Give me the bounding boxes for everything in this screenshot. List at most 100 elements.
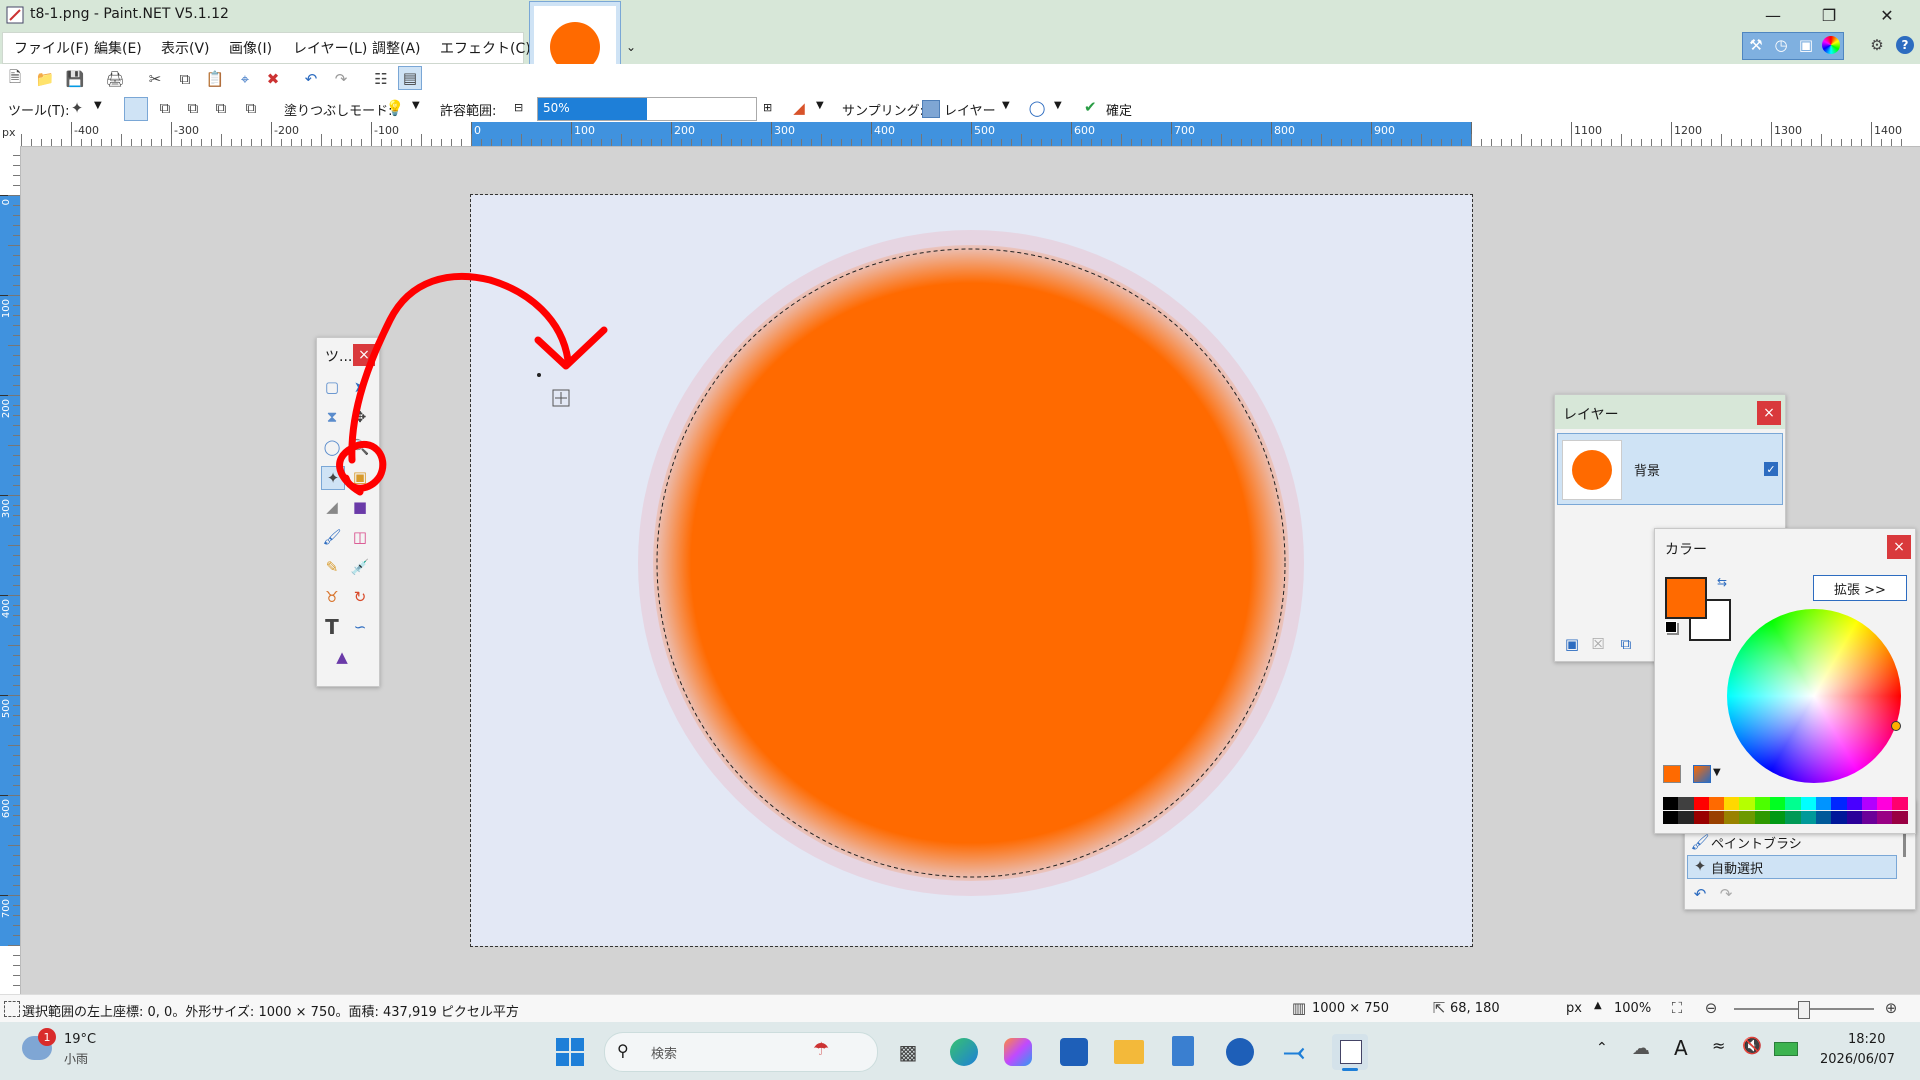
eraser-tool-icon[interactable]: ◫ xyxy=(349,526,371,548)
crop-to-selection-icon[interactable]: ⌖ xyxy=(234,68,256,90)
recolor-swap-tool-icon[interactable]: ↻ xyxy=(349,586,371,608)
unit-chevron-icon[interactable]: ▲ xyxy=(1594,1000,1602,1011)
duplicate-layer-icon[interactable]: ⧉ xyxy=(1615,633,1637,655)
ime-a-icon[interactable]: A xyxy=(1674,1036,1688,1060)
add-layer-icon[interactable]: ▣ xyxy=(1561,633,1583,655)
palette-chevron-icon[interactable]: ▼ xyxy=(1713,767,1721,778)
paste-icon[interactable]: 📋 xyxy=(204,68,226,90)
redo-icon[interactable]: ↷ xyxy=(330,68,352,90)
palette-swatch[interactable] xyxy=(1770,797,1786,810)
palette-swatch[interactable] xyxy=(1892,797,1908,810)
microsoft-store-icon[interactable] xyxy=(1060,1038,1088,1066)
palette-swatch-dark[interactable] xyxy=(1785,811,1801,824)
selection-mode-union-icon[interactable]: ⧉ xyxy=(154,97,176,119)
clock-date[interactable]: 2026/06/07 xyxy=(1820,1052,1895,1067)
minimize-button[interactable]: — xyxy=(1750,0,1796,30)
selection-mode-invert-icon[interactable]: ⧉ xyxy=(240,97,262,119)
palette-swatch-dark[interactable] xyxy=(1678,811,1694,824)
fill-mode-chevron-icon[interactable]: ▼ xyxy=(412,100,420,111)
menu-adjust[interactable]: 調整(A) xyxy=(372,38,421,58)
color-wheel-handle[interactable] xyxy=(1891,721,1901,731)
swap-colors-icon[interactable]: ⇆ xyxy=(1717,575,1727,589)
palette-menu-icon[interactable] xyxy=(1693,765,1711,783)
selection-mode-replace-icon[interactable] xyxy=(124,97,148,121)
rulers-icon[interactable]: ▤ xyxy=(398,66,422,90)
outlook-icon[interactable] xyxy=(1226,1038,1254,1066)
zoom-in-icon[interactable]: ⊕ xyxy=(1880,997,1902,1019)
blend-mode-icon[interactable]: ◢ xyxy=(788,97,810,119)
confirm-check-icon[interactable]: ✔ xyxy=(1084,98,1097,116)
palette-swatch-dark[interactable] xyxy=(1663,811,1679,824)
palette-swatch[interactable] xyxy=(1846,797,1862,810)
clone-stamp-tool-icon[interactable]: ♉ xyxy=(321,586,343,608)
reset-colors-icon[interactable] xyxy=(1665,621,1677,633)
undo-icon[interactable]: ↶ xyxy=(300,68,322,90)
tools-toggle-icon[interactable]: ⚒ xyxy=(1745,34,1767,56)
weather-temp[interactable]: 19°C xyxy=(64,1032,96,1047)
delete-layer-icon[interactable]: ☒ xyxy=(1587,633,1609,655)
history-item-paintbrush[interactable]: ペイントブラシ xyxy=(1711,833,1802,852)
menu-image[interactable]: 画像(I) xyxy=(229,38,272,58)
colors-toggle-icon[interactable] xyxy=(1822,36,1840,54)
sampling-chevron-icon[interactable]: ▼ xyxy=(1002,100,1010,111)
wifi-icon[interactable]: ≈ xyxy=(1712,1036,1725,1055)
blend-mode-chevron-icon[interactable]: ▼ xyxy=(816,100,824,111)
palette-swatch-dark[interactable] xyxy=(1861,811,1878,824)
selection-mode-exclude-icon[interactable]: ⧉ xyxy=(182,97,204,119)
sampling-value[interactable]: レイヤー xyxy=(944,100,996,119)
palette-swatch-dark[interactable] xyxy=(1892,811,1908,824)
new-file-icon[interactable]: 🗎 xyxy=(4,68,26,90)
palette-swatch[interactable] xyxy=(1663,797,1679,810)
zoom-level[interactable]: 100% xyxy=(1614,1001,1651,1016)
palette-swatch-dark[interactable] xyxy=(1739,811,1755,824)
palette-swatch-dark[interactable] xyxy=(1724,811,1740,824)
palette-swatch[interactable] xyxy=(1678,797,1694,810)
tolerance-slider[interactable]: 50% xyxy=(537,97,757,121)
help-icon[interactable]: ? xyxy=(1896,36,1914,54)
antialias-chevron-icon[interactable]: ▼ xyxy=(1054,100,1062,111)
primary-color-swatch[interactable] xyxy=(1665,577,1707,619)
onedrive-cloud-icon[interactable]: ☁ xyxy=(1632,1038,1650,1059)
zoom-to-window-icon[interactable]: ⛶ xyxy=(1666,997,1688,1019)
palette-swatch-dark[interactable] xyxy=(1754,811,1771,824)
zoom-slider-thumb[interactable] xyxy=(1798,1001,1810,1019)
palette-swatch[interactable] xyxy=(1708,797,1725,810)
palette-swatch-dark[interactable] xyxy=(1831,811,1847,824)
palette-swatch-dark[interactable] xyxy=(1708,811,1725,824)
palette-swatch-dark[interactable] xyxy=(1846,811,1862,824)
battery-icon[interactable] xyxy=(1774,1042,1798,1056)
history-redo-icon[interactable]: ↷ xyxy=(1715,883,1737,905)
history-scrollbar[interactable] xyxy=(1903,831,1906,857)
tolerance-increase-icon[interactable]: ⊞ xyxy=(763,101,772,114)
open-folder-icon[interactable]: 📁 xyxy=(34,68,56,90)
notepad-icon[interactable] xyxy=(1172,1036,1194,1066)
menu-file[interactable]: ファイル(F) xyxy=(14,38,89,58)
maximize-button[interactable]: ❐ xyxy=(1806,0,1852,30)
palette-swatch-dark[interactable] xyxy=(1693,811,1709,824)
colors-panel-close-button[interactable]: × xyxy=(1887,535,1911,559)
menu-view[interactable]: 表示(V) xyxy=(161,38,210,58)
palette-swatch-dark[interactable] xyxy=(1800,811,1816,824)
layer-visibility-checkbox[interactable]: ✓ xyxy=(1764,462,1778,476)
layers-toggle-icon[interactable]: ▣ xyxy=(1795,34,1817,56)
palette-swatch[interactable] xyxy=(1693,797,1709,810)
zoom-slider[interactable] xyxy=(1734,1001,1874,1019)
vscode-icon[interactable]: ⤙ xyxy=(1280,1038,1308,1066)
color-wheel[interactable] xyxy=(1727,609,1901,783)
save-icon[interactable]: 💾 xyxy=(64,68,86,90)
paintnet-taskbar-icon[interactable] xyxy=(1332,1034,1368,1071)
magic-wand-tool-icon[interactable]: ✦ xyxy=(66,97,88,119)
unit-selector[interactable]: px xyxy=(1566,1001,1582,1016)
palette-swatch[interactable] xyxy=(1724,797,1740,810)
palette-swatch[interactable] xyxy=(1815,797,1832,810)
print-icon[interactable]: 🖨 xyxy=(104,68,126,90)
menu-layer[interactable]: レイヤー(L) xyxy=(293,38,367,58)
tolerance-decrease-icon[interactable]: ⊟ xyxy=(514,101,523,114)
palette-swatch-dark[interactable] xyxy=(1815,811,1832,824)
grid-icon[interactable]: ☷ xyxy=(370,68,392,90)
cut-icon[interactable]: ✂ xyxy=(144,68,166,90)
image-canvas[interactable] xyxy=(470,194,1473,947)
antialias-icon[interactable]: ◯ xyxy=(1026,97,1048,119)
layers-panel-close-button[interactable]: × xyxy=(1757,401,1781,425)
paintbrush-tool-icon[interactable]: 🖌 xyxy=(321,526,343,548)
